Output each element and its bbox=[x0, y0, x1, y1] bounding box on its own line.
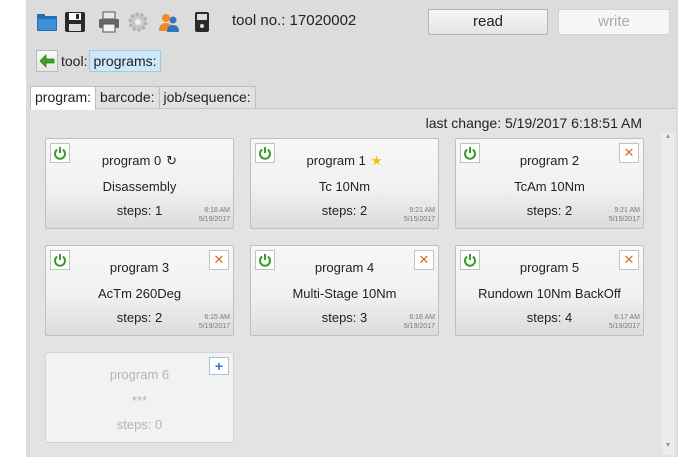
program-title: program 6 bbox=[109, 367, 170, 382]
print-icon[interactable] bbox=[98, 11, 120, 33]
program-card-0[interactable]: program 0 ↻ Disassembly steps: 1 6:18 AM 5… bbox=[45, 138, 234, 229]
programs-panel: last change: 5/19/2017 6:18:51 AM ▲ ▼ pr… bbox=[30, 108, 676, 457]
program-name: Multi-Stage 10Nm bbox=[292, 286, 397, 301]
tab-program[interactable]: program: bbox=[30, 86, 97, 110]
program-title: program 5 bbox=[519, 260, 580, 275]
program-title: program 4 bbox=[314, 260, 375, 275]
program-timestamp: 9:21 AM 5/15/2017 bbox=[608, 207, 640, 223]
folder-open-icon[interactable] bbox=[36, 11, 58, 33]
program-name: *** bbox=[131, 393, 148, 408]
breadcrumb-programs[interactable]: programs: bbox=[89, 50, 161, 72]
program-timestamp: 6:18 AM 5/19/2017 bbox=[198, 207, 230, 223]
program-card-4[interactable]: ✕ program 4 Multi-Stage 10Nm steps: 3 6:… bbox=[250, 245, 439, 336]
program-title: program 3 bbox=[109, 260, 170, 275]
read-button[interactable]: read bbox=[428, 9, 548, 35]
program-title: program 0 ↻ bbox=[101, 153, 178, 168]
back-button[interactable] bbox=[36, 50, 58, 72]
tab-barcode[interactable]: barcode: bbox=[95, 86, 160, 109]
program-card-3[interactable]: ✕ program 3 AcTm 260Deg steps: 2 6:15 AM… bbox=[45, 245, 234, 336]
program-timestamp: 6:15 AM 5/19/2017 bbox=[198, 314, 230, 330]
tab-bar: program: barcode: job/sequence: bbox=[30, 86, 256, 110]
tool-number-label: tool no.: 17020002 bbox=[232, 12, 357, 29]
program-name: AcTm 260Deg bbox=[97, 286, 182, 301]
breadcrumb: tool: programs: bbox=[36, 49, 161, 73]
program-title: program 2 bbox=[519, 153, 580, 168]
vertical-scrollbar[interactable] bbox=[662, 133, 674, 455]
tab-job-sequence[interactable]: job/sequence: bbox=[158, 86, 256, 109]
write-button[interactable]: write bbox=[558, 9, 670, 35]
scroll-down-icon[interactable]: ▼ bbox=[664, 442, 672, 449]
breadcrumb-tool[interactable]: tool: bbox=[61, 53, 87, 69]
restore-icon: ↻ bbox=[166, 153, 178, 168]
device-icon[interactable] bbox=[191, 11, 213, 33]
last-change-label: last change: 5/19/2017 6:18:51 AM bbox=[425, 115, 642, 131]
program-timestamp: 9:21 AM 5/15/2017 bbox=[403, 207, 435, 223]
program-card-5[interactable]: ✕ program 5 Rundown 10Nm BackOff steps: … bbox=[455, 245, 644, 336]
star-icon: ★ bbox=[370, 153, 383, 168]
back-arrow-icon bbox=[39, 54, 55, 68]
program-name: Disassembly bbox=[102, 179, 177, 194]
program-name: Tc 10Nm bbox=[318, 179, 371, 194]
program-card-2[interactable]: ✕ program 2 TcAm 10Nm steps: 2 9:21 AM 5/… bbox=[455, 138, 644, 229]
users-icon[interactable] bbox=[158, 11, 180, 33]
program-card-1[interactable]: program 1 ★ Tc 10Nm steps: 2 9:21 AM 5/15/… bbox=[250, 138, 439, 229]
program-steps: steps: 0 bbox=[116, 417, 163, 432]
program-timestamp: 6:17 AM 5/19/2017 bbox=[608, 314, 640, 330]
program-card-6[interactable]: + program 6 *** steps: 0 bbox=[45, 352, 234, 443]
save-icon[interactable] bbox=[64, 11, 86, 33]
program-timestamp: 6:16 AM 5/19/2017 bbox=[403, 314, 435, 330]
program-name: TcAm 10Nm bbox=[514, 179, 585, 194]
gear-icon bbox=[127, 11, 149, 33]
program-name: Rundown 10Nm BackOff bbox=[478, 286, 621, 301]
scroll-up-icon[interactable]: ▲ bbox=[664, 133, 672, 140]
program-title: program 1 ★ bbox=[306, 153, 383, 168]
